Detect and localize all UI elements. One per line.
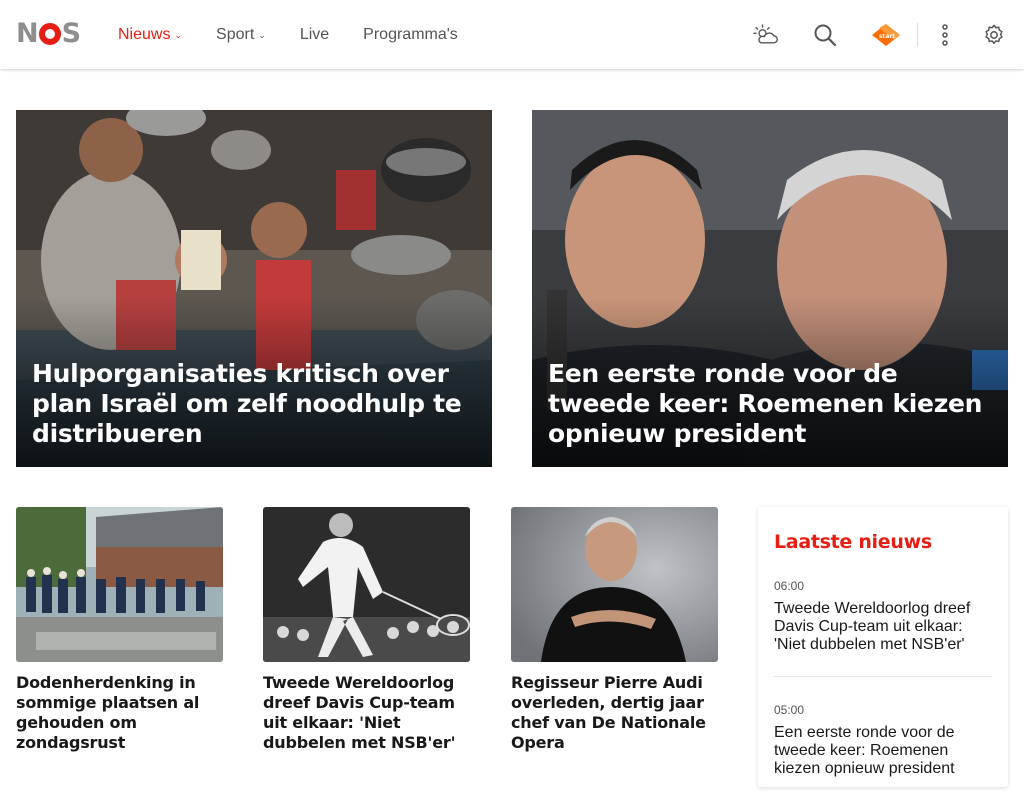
- latest-news-item[interactable]: 05:00 Een eerste ronde voor de tweede ke…: [774, 703, 992, 800]
- article-thumbnail: [16, 507, 223, 662]
- logo-o-ring: [38, 23, 61, 45]
- latest-news-text: Tweede Wereldoorlog dreef Davis Cup-team…: [774, 600, 971, 653]
- article-title: Dodenherdenking in sommige plaatsen al g…: [16, 673, 200, 752]
- latest-news-panel: Laatste nieuws 06:00 Tweede Wereldoorlog…: [758, 507, 1008, 787]
- nav-item-live[interactable]: Live: [300, 26, 329, 44]
- article-card-pierre-audi[interactable]: Regisseur Pierre Audi overleden, dertig …: [511, 507, 718, 753]
- article-thumbnail: [263, 507, 470, 662]
- latest-news-time: 05:00: [774, 703, 805, 717]
- header-divider: [917, 23, 918, 47]
- hero-title: Hulporganisaties kritisch over plan Isra…: [32, 359, 462, 448]
- nos-logo[interactable]: N S: [16, 18, 81, 49]
- nav-item-sport[interactable]: Sport ⌄: [216, 26, 266, 44]
- latest-news-heading: Laatste nieuws: [774, 531, 932, 553]
- nav-item-programmas[interactable]: Programma's: [363, 26, 458, 44]
- hero-article-romania-election[interactable]: Een eerste ronde voor de tweede keer: Ro…: [532, 110, 1008, 467]
- nav-label: Sport: [216, 25, 255, 43]
- chevron-down-icon: ⌄: [174, 30, 183, 40]
- weather-icon[interactable]: [753, 22, 779, 48]
- article-title: Tweede Wereldoorlog dreef Davis Cup-team…: [263, 673, 456, 752]
- article-title: Regisseur Pierre Audi overleden, dertig …: [511, 673, 706, 752]
- site-header: N S Nieuws ⌄ Sport ⌄ Live Programma's st…: [0, 0, 1024, 69]
- nav-item-nieuws[interactable]: Nieuws ⌄: [118, 26, 182, 44]
- article-card-dodenherdenking[interactable]: Dodenherdenking in sommige plaatsen al g…: [16, 507, 223, 753]
- main-nav: Nieuws ⌄ Sport ⌄ Live Programma's: [118, 0, 492, 69]
- npo-start-icon[interactable]: start: [870, 22, 902, 48]
- chevron-down-icon: ⌄: [258, 30, 266, 40]
- latest-news-text: Een eerste ronde voor de tweede keer: Ro…: [774, 724, 955, 777]
- nav-label: Nieuws: [118, 25, 171, 43]
- article-card-davis-cup[interactable]: Tweede Wereldoorlog dreef Davis Cup-team…: [263, 507, 470, 753]
- logo-letter-s: S: [61, 18, 81, 49]
- nav-label: Programma's: [363, 25, 458, 43]
- npo-badge-text: start: [879, 33, 895, 40]
- article-thumbnail: [511, 507, 718, 662]
- nav-label: Live: [299, 25, 330, 43]
- hero-article-gaza-aid[interactable]: Hulporganisaties kritisch over plan Isra…: [16, 110, 492, 467]
- more-icon[interactable]: [932, 22, 958, 48]
- latest-news-time: 06:00: [774, 579, 805, 593]
- settings-icon[interactable]: [981, 22, 1007, 48]
- latest-news-item[interactable]: 06:00 Tweede Wereldoorlog dreef Davis Cu…: [774, 579, 992, 677]
- hero-title: Een eerste ronde voor de tweede keer: Ro…: [548, 359, 983, 448]
- logo-letter-n: N: [16, 18, 39, 49]
- search-icon[interactable]: [812, 22, 838, 48]
